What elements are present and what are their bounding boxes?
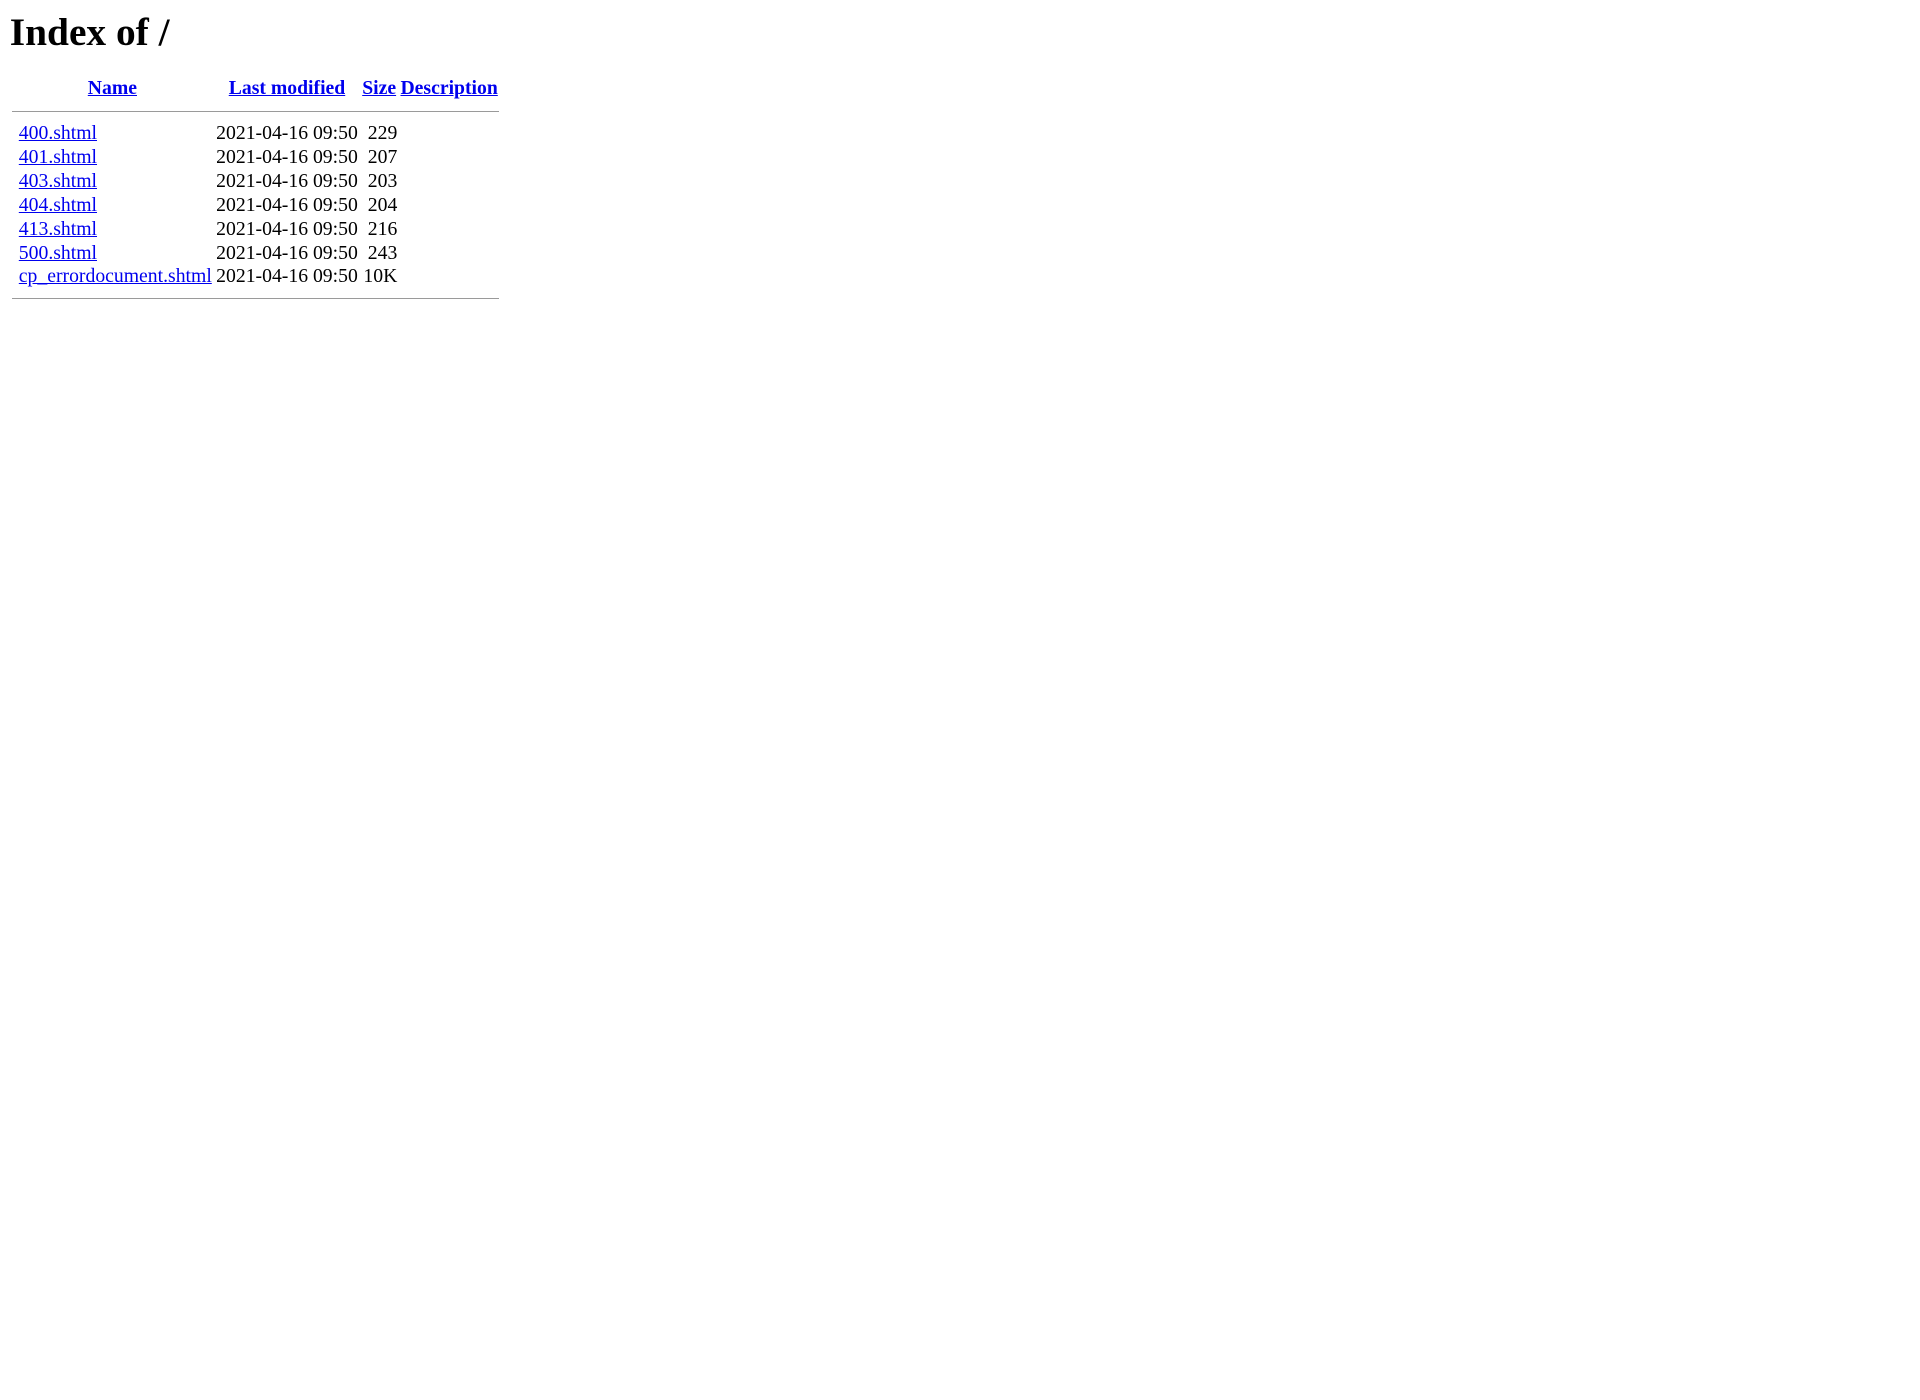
file-link[interactable]: 401.shtml bbox=[19, 146, 97, 168]
file-link[interactable]: 500.shtml bbox=[19, 242, 97, 264]
file-description bbox=[399, 146, 499, 168]
page-title: Index of / bbox=[9, 9, 170, 54]
file-link[interactable]: 400.shtml bbox=[19, 122, 97, 144]
file-link[interactable]: 404.shtml bbox=[19, 194, 97, 216]
header-size: Size bbox=[361, 76, 397, 101]
header-description: Description bbox=[399, 76, 499, 101]
file-size: 203 bbox=[367, 169, 398, 192]
top-divider bbox=[11, 111, 499, 113]
table-row: 401.shtml 2021-04-16 09:50 207 bbox=[12, 146, 499, 168]
file-description bbox=[399, 218, 499, 240]
table-row: 403.shtml 2021-04-16 09:50 203 bbox=[12, 170, 499, 192]
sort-by-description-link[interactable]: Description bbox=[400, 77, 497, 99]
header-last-modified: Last modified bbox=[215, 76, 359, 101]
top-divider-row bbox=[11, 103, 499, 120]
file-link[interactable]: 413.shtml bbox=[19, 218, 97, 240]
file-modified: 2021-04-16 09:50 bbox=[216, 241, 358, 264]
file-modified: 2021-04-16 09:50 bbox=[216, 121, 358, 144]
file-size: 10K bbox=[363, 265, 398, 288]
file-description bbox=[399, 170, 499, 192]
file-modified: 2021-04-16 09:50 bbox=[216, 217, 358, 240]
file-modified: 2021-04-16 09:50 bbox=[216, 169, 358, 192]
file-size: 204 bbox=[367, 193, 398, 216]
file-link[interactable]: cp_errordocument.shtml bbox=[19, 265, 212, 287]
table-row: 500.shtml 2021-04-16 09:50 243 bbox=[12, 242, 499, 264]
sort-by-size-link[interactable]: Size bbox=[362, 77, 396, 99]
file-description bbox=[399, 242, 499, 264]
file-size: 207 bbox=[367, 145, 398, 168]
table-row: 400.shtml 2021-04-16 09:50 229 bbox=[12, 122, 499, 144]
file-description bbox=[399, 194, 499, 216]
file-size: 243 bbox=[367, 241, 398, 264]
file-size: 229 bbox=[367, 121, 398, 144]
sort-by-name-link[interactable]: Name bbox=[88, 77, 137, 99]
file-modified: 2021-04-16 09:50 bbox=[216, 193, 358, 216]
file-modified: 2021-04-16 09:50 bbox=[216, 265, 358, 288]
file-link[interactable]: 403.shtml bbox=[19, 170, 97, 192]
sort-by-last-modified-link[interactable]: Last modified bbox=[229, 77, 346, 99]
file-modified: 2021-04-16 09:50 bbox=[216, 145, 358, 168]
header-name: Name bbox=[12, 76, 213, 101]
bottom-divider bbox=[11, 298, 499, 300]
file-size: 216 bbox=[367, 217, 398, 240]
table-row: 404.shtml 2021-04-16 09:50 204 bbox=[12, 194, 499, 216]
table-row: 413.shtml 2021-04-16 09:50 216 bbox=[12, 218, 499, 240]
bottom-divider-row bbox=[11, 290, 499, 307]
file-description bbox=[399, 266, 499, 288]
file-description bbox=[399, 122, 499, 144]
table-row: cp_errordocument.shtml 2021-04-16 09:50 … bbox=[12, 266, 499, 288]
directory-listing-table: Name Last modified Size Description 400.… bbox=[10, 74, 501, 309]
table-header-row: Name Last modified Size Description bbox=[12, 76, 499, 101]
